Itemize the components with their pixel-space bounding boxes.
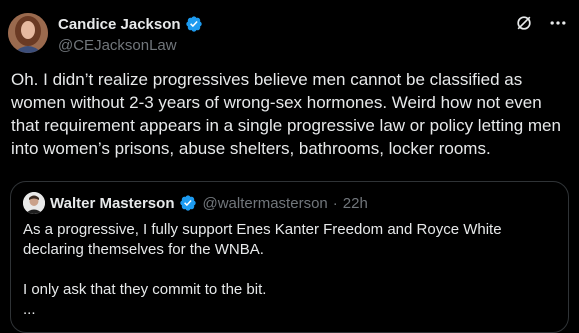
author-handle[interactable]: @CEJacksonLaw bbox=[58, 37, 177, 54]
quoted-author-avatar[interactable] bbox=[23, 192, 45, 214]
author-display-name[interactable]: Candice Jackson bbox=[58, 16, 181, 33]
verified-badge-icon bbox=[185, 15, 203, 33]
quoted-author-name[interactable]: Walter Masterson bbox=[50, 195, 174, 212]
author-name-row: Candice Jackson bbox=[58, 15, 203, 33]
quoted-tweet[interactable]: Walter Masterson @waltermasterson · 22h … bbox=[10, 181, 569, 333]
quoted-verified-badge-icon bbox=[179, 194, 197, 212]
quoted-tweet-header: Walter Masterson @waltermasterson · 22h bbox=[23, 192, 368, 214]
tweet-actions-top bbox=[513, 12, 569, 34]
quoted-tweet-text: As a progressive, I fully support Enes K… bbox=[23, 221, 502, 318]
tweet-text: Oh. I didn’t realize progressives believ… bbox=[11, 70, 566, 158]
grok-icon[interactable] bbox=[513, 12, 535, 34]
quoted-separator: · bbox=[332, 194, 338, 212]
quoted-author-handle[interactable]: @waltermasterson bbox=[202, 195, 327, 212]
quoted-timestamp[interactable]: 22h bbox=[343, 195, 368, 212]
author-avatar[interactable] bbox=[8, 13, 48, 53]
more-icon[interactable] bbox=[547, 12, 569, 34]
